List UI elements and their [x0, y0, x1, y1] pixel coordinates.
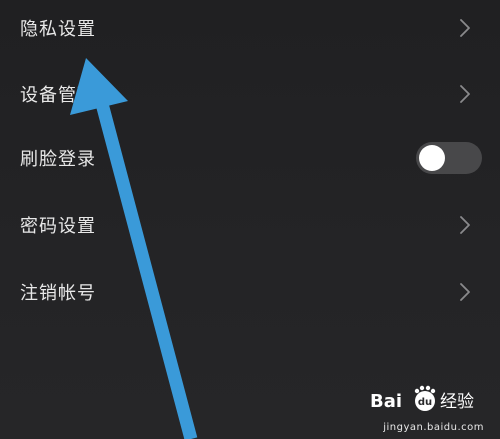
- settings-item-password[interactable]: 密码设置: [0, 192, 500, 258]
- chevron-right-icon: [460, 85, 470, 103]
- settings-item-device-management[interactable]: 设备管理: [0, 61, 500, 127]
- settings-item-label: 密码设置: [20, 216, 96, 237]
- baidu-logo: Bai du 经验: [370, 385, 474, 412]
- settings-item-cancel-account[interactable]: 注销帐号: [0, 259, 500, 325]
- toggle-knob: [419, 145, 445, 171]
- watermark-url: jingyan.baidu.com: [383, 422, 484, 433]
- settings-item-label: 隐私设置: [20, 19, 96, 40]
- settings-item-face-login: 刷脸登录: [0, 125, 500, 191]
- settings-screen: 隐私设置 设备管理 刷脸登录 密码设置 注销帐号 Bai du 经验 jingy…: [0, 0, 500, 439]
- settings-item-label: 注销帐号: [20, 283, 96, 304]
- settings-item-label: 设备管理: [20, 85, 96, 106]
- settings-item-privacy[interactable]: 隐私设置: [0, 0, 500, 61]
- baidu-jingyan-watermark: Bai du 经验 jingyan.baidu.com: [370, 385, 490, 433]
- svg-text:经验: 经验: [440, 392, 474, 412]
- chevron-right-icon: [460, 19, 470, 37]
- face-login-toggle[interactable]: [416, 142, 482, 174]
- chevron-right-icon: [460, 283, 470, 301]
- svg-text:Bai: Bai: [370, 391, 402, 412]
- settings-item-label: 刷脸登录: [20, 149, 96, 170]
- chevron-right-icon: [460, 216, 470, 234]
- svg-text:du: du: [418, 397, 432, 408]
